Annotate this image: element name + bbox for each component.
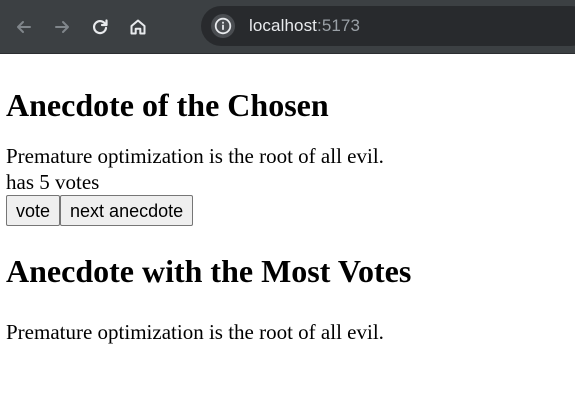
back-button[interactable] <box>9 12 39 42</box>
most-votes-anecdote-text: Premature optimization is the root of al… <box>6 320 384 344</box>
reload-button[interactable] <box>85 12 115 42</box>
url-port: :5173 <box>317 16 361 35</box>
home-icon <box>130 19 146 34</box>
vote-button[interactable]: vote <box>6 195 61 226</box>
button-row: vote next anecdote <box>6 195 569 226</box>
vote-count: has 5 votes <box>6 170 100 194</box>
reload-icon <box>92 18 108 34</box>
home-button[interactable] <box>123 12 153 42</box>
chosen-anecdote-text: Premature optimization is the root of al… <box>6 144 384 168</box>
browser-toolbar: localhost:5173 <box>0 0 575 54</box>
info-icon[interactable] <box>211 14 235 38</box>
most-votes-heading: Anecdote with the Most Votes <box>6 253 412 289</box>
address-bar[interactable]: localhost:5173 <box>201 6 575 46</box>
back-arrow-icon <box>17 20 31 33</box>
page-content: Anecdote of the Chosen Premature optimiz… <box>0 87 575 345</box>
chosen-heading: Anecdote of the Chosen <box>6 87 329 123</box>
next-anecdote-button[interactable]: next anecdote <box>60 195 194 226</box>
forward-arrow-icon <box>55 20 69 33</box>
url-text: localhost:5173 <box>249 16 360 36</box>
forward-button[interactable] <box>47 12 77 42</box>
url-host: localhost <box>249 16 317 35</box>
